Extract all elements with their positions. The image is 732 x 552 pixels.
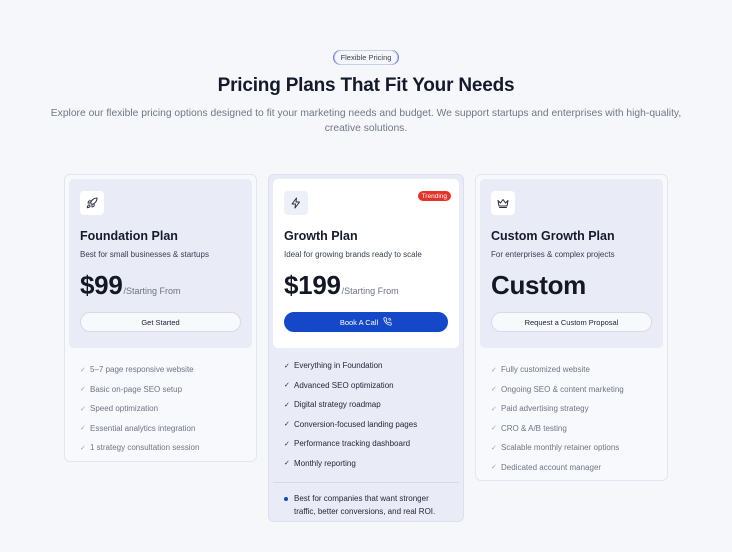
plan-name: Custom Growth Plan <box>491 229 615 243</box>
lightning-icon <box>284 191 308 215</box>
phone-icon <box>383 316 392 328</box>
feature-list: ✓ Everything in Foundation ✓ Advanced SEO … <box>273 348 459 473</box>
feature-list: ✓ Fully customized website ✓ Ongoing SEO &… <box>480 348 663 477</box>
feature-item: ✓ 5–7 page responsive website <box>80 360 241 380</box>
feature-text: Basic on-page SEO setup <box>90 384 183 394</box>
check-icon: ✓ <box>284 421 290 429</box>
feature-item: ✓ Basic on-page SEO setup <box>80 380 241 400</box>
button-label: Book A Call <box>339 317 379 327</box>
page-title: Pricing Plans That Fit Your Needs <box>217 75 515 96</box>
check-icon: ✓ <box>491 366 497 374</box>
price-row: $199 /Starting From <box>284 271 448 299</box>
feature-text: CRO & A/B testing <box>501 423 567 433</box>
get-started-button[interactable]: Get Started <box>80 312 241 332</box>
check-icon: ✓ <box>491 464 497 472</box>
feature-text: Performance tracking dashboard <box>294 439 411 449</box>
check-icon: ✓ <box>491 425 497 433</box>
feature-item: ✓ Everything in Foundation <box>284 356 448 376</box>
note-text: Best for companies that want stronger tr… <box>294 494 436 516</box>
feature-text: Advanced SEO optimization <box>294 380 394 390</box>
flexible-pricing-pill: Flexible Pricing <box>333 50 399 65</box>
feature-text: Scalable monthly retainer options <box>501 443 620 453</box>
feature-text: Dedicated account manager <box>501 462 602 472</box>
plan-card-growth: Trending Growth Plan Ideal for growing b… <box>268 174 464 522</box>
check-icon: ✓ <box>491 386 497 394</box>
plan-header: Trending Growth Plan Ideal for growing b… <box>273 179 459 348</box>
feature-item: ✓ Dedicated account manager <box>491 458 652 478</box>
feature-item: ✓ Fully customized website <box>491 360 652 380</box>
feature-text: Speed optimization <box>90 404 159 414</box>
feature-text: 5–7 page responsive website <box>90 365 194 375</box>
plan-header: Foundation Plan Best for small businesse… <box>69 179 252 348</box>
check-icon: ✓ <box>284 382 290 390</box>
feature-item: ✓ Essential analytics integration <box>80 419 241 439</box>
feature-item: ✓ Speed optimization <box>80 399 241 419</box>
bullet-dot <box>284 497 288 501</box>
plan-header: Custom Growth Plan For enterprises & com… <box>480 179 663 348</box>
feature-item: ✓ 1 strategy consultation session <box>80 438 241 458</box>
feature-item: ✓ Advanced SEO optimization <box>284 376 448 396</box>
feature-text: 1 strategy consultation session <box>90 443 200 453</box>
check-icon: ✓ <box>491 444 497 452</box>
page-subtitle: Explore our flexible pricing options des… <box>50 108 682 134</box>
feature-text: Everything in Foundation <box>294 361 383 371</box>
feature-item: ✓ Digital strategy roadmap <box>284 395 448 415</box>
feature-text: Essential analytics integration <box>90 423 196 433</box>
price-suffix: /Starting From <box>123 286 181 296</box>
plan-name: Growth Plan <box>284 229 358 243</box>
plan-price: $199 <box>284 270 341 300</box>
feature-item: ✓ Performance tracking dashboard <box>284 434 448 454</box>
plan-card-custom: Custom Growth Plan For enterprises & com… <box>475 174 668 481</box>
check-icon: ✓ <box>284 440 290 448</box>
feature-text: Monthly reporting <box>294 458 356 468</box>
button-label: Get Started <box>141 317 180 327</box>
plan-note: Best for companies that want stronger tr… <box>273 482 459 518</box>
plan-price: $99 <box>80 270 123 300</box>
pricing-hero: Flexible Pricing Pricing Plans That Fit … <box>0 47 732 136</box>
feature-list: ✓ 5–7 page responsive website ✓ Basic on-p… <box>69 348 252 458</box>
check-icon: ✓ <box>80 386 86 394</box>
feature-text: Fully customized website <box>501 365 590 375</box>
plan-description: Ideal for growing brands ready to scale <box>284 250 422 259</box>
check-icon: ✓ <box>491 405 497 413</box>
feature-item: ✓ Ongoing SEO & content marketing <box>491 380 652 400</box>
crown-icon <box>491 191 515 215</box>
price-row: $99 /Starting From <box>80 271 241 299</box>
check-icon: ✓ <box>80 425 86 433</box>
check-icon: ✓ <box>284 460 290 468</box>
feature-text: Digital strategy roadmap <box>294 400 381 410</box>
check-icon: ✓ <box>284 401 290 409</box>
check-icon: ✓ <box>80 444 86 452</box>
feature-text: Conversion-focused landing pages <box>294 419 418 429</box>
feature-text: Paid advertising strategy <box>501 404 589 414</box>
check-icon: ✓ <box>284 362 290 370</box>
plan-description: Best for small businesses & startups <box>80 250 209 259</box>
price-row: Custom <box>491 271 652 299</box>
plan-description: For enterprises & complex projects <box>491 250 615 259</box>
feature-item: ✓ Conversion-focused landing pages <box>284 415 448 435</box>
trending-badge: Trending <box>417 191 451 201</box>
plan-card-foundation: Foundation Plan Best for small businesse… <box>64 174 257 462</box>
request-proposal-button[interactable]: Request a Custom Proposal <box>491 312 652 332</box>
plan-name: Foundation Plan <box>80 229 178 243</box>
check-icon: ✓ <box>80 405 86 413</box>
feature-item: ✓ CRO & A/B testing <box>491 419 652 439</box>
feature-item: ✓ Paid advertising strategy <box>491 399 652 419</box>
price-suffix: /Starting From <box>341 286 399 296</box>
feature-text: Ongoing SEO & content marketing <box>501 384 624 394</box>
feature-item: ✓ Scalable monthly retainer options <box>491 438 652 458</box>
rocket-icon <box>80 191 104 215</box>
button-label: Request a Custom Proposal <box>524 317 619 327</box>
plan-price: Custom <box>491 270 586 300</box>
check-icon: ✓ <box>80 366 86 374</box>
feature-item: ✓ Monthly reporting <box>284 454 448 474</box>
book-a-call-button[interactable]: Book A Call <box>284 312 448 332</box>
